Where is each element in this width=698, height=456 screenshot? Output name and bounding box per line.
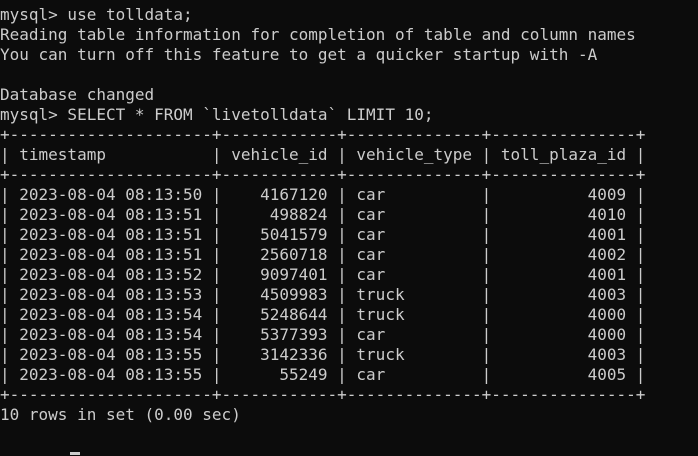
text-cursor: [70, 452, 80, 455]
table-row: | 2023-08-04 08:13:55 | 55249 | car | 40…: [0, 365, 646, 384]
command-line: mysql> use tolldata;: [0, 5, 193, 24]
output-line: You can turn off this feature to get a q…: [0, 45, 598, 64]
table-row: | 2023-08-04 08:13:55 | 3142336 | truck …: [0, 345, 646, 364]
result-summary: 10 rows in set (0.00 sec): [0, 405, 241, 424]
command-line: mysql> SELECT * FROM `livetolldata` LIMI…: [0, 105, 434, 124]
output-line: Reading table information for completion…: [0, 25, 636, 44]
table-row: | 2023-08-04 08:13:51 | 5041579 | car | …: [0, 225, 646, 244]
table-row: | 2023-08-04 08:13:51 | 498824 | car | 4…: [0, 205, 646, 224]
table-border: +---------------------+------------+----…: [0, 385, 646, 404]
table-row: | 2023-08-04 08:13:53 | 4509983 | truck …: [0, 285, 646, 304]
table-row: | 2023-08-04 08:13:51 | 2560718 | car | …: [0, 245, 646, 264]
table-border: +---------------------+------------+----…: [0, 165, 646, 184]
table-row: | 2023-08-04 08:13:50 | 4167120 | car | …: [0, 185, 646, 204]
output-line: Database changed: [0, 85, 155, 104]
table-border: +---------------------+------------+----…: [0, 125, 646, 144]
terminal-window[interactable]: mysql> use tolldata; Reading table infor…: [0, 0, 698, 456]
table-header: | timestamp | vehicle_id | vehicle_type …: [0, 145, 646, 164]
table-row: | 2023-08-04 08:13:54 | 5377393 | car | …: [0, 325, 646, 344]
table-row: | 2023-08-04 08:13:52 | 9097401 | car | …: [0, 265, 646, 284]
table-row: | 2023-08-04 08:13:54 | 5248644 | truck …: [0, 305, 646, 324]
